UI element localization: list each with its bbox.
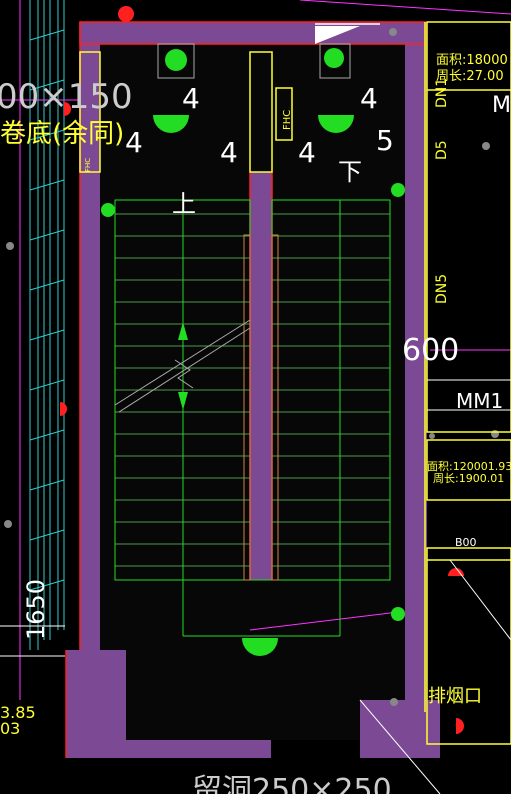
perimeter-mid: 周长:1900.01: [433, 472, 504, 485]
bottom-fragment: 留洞250×250: [192, 773, 392, 794]
pipe-dn1: DN1: [434, 78, 450, 108]
pipe-dn5: DN5: [434, 274, 450, 304]
digit-4-d: 4: [298, 136, 316, 169]
digit-4-e: 4: [360, 82, 378, 115]
dim-1650: 1650: [22, 579, 50, 640]
beam-b00: B00: [455, 536, 477, 549]
label-mm1: MM1: [456, 389, 503, 413]
pipe-d5: D5: [434, 140, 450, 160]
fhc-right-label: FHC: [282, 110, 293, 130]
digit-5: 5: [376, 124, 394, 157]
label-smoke-exhaust: 排烟口: [428, 686, 482, 707]
label-up: 上: [172, 190, 196, 218]
dim-top-left: 00×150: [0, 77, 133, 117]
fhc-left-label: FHC: [84, 158, 92, 172]
letter-m: M: [492, 93, 511, 118]
digit-4-a: 4: [182, 82, 200, 115]
digit-4-c: 4: [220, 136, 238, 169]
right-room-outlines: [426, 21, 511, 745]
label-down: 下: [338, 158, 362, 186]
dim-600: 600: [402, 333, 459, 368]
area-top: 面积:18000: [436, 53, 508, 68]
text-left-fragment: 卷底(余同): [0, 119, 124, 149]
elev-b: 03: [0, 719, 20, 738]
cad-drawing-canvas: 00×150 卷底(余同) 4 4 4 4 4 5 上 下 面积:18000 周…: [0, 0, 511, 794]
stair-plan-drawing: 00×150 卷底(余同) 4 4 4 4 4 5 上 下 面积:18000 周…: [0, 0, 511, 794]
digit-4-b: 4: [125, 126, 143, 159]
